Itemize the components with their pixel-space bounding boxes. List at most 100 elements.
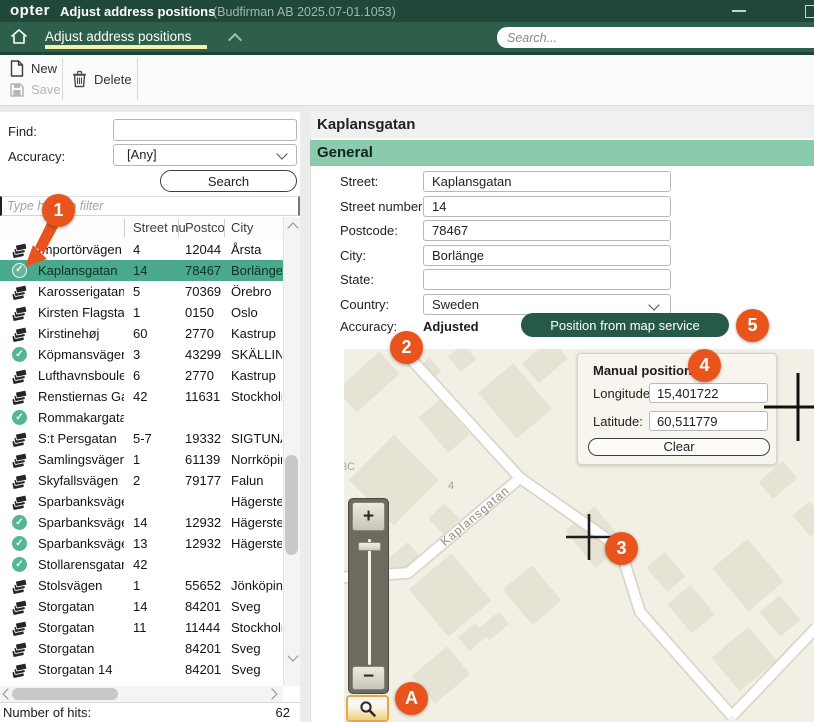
zoom-in-button[interactable]: + [352, 502, 385, 531]
table-row[interactable]: ✓ Stolsvägen 1 55652 Jönköping [0, 575, 283, 596]
save-button[interactable]: Save [10, 82, 61, 97]
zoom-slider-handle[interactable] [358, 542, 381, 551]
cell-street: Rommakargatan [38, 407, 124, 428]
cell-street: Lufthavnsboulev [38, 365, 124, 386]
column-header-city[interactable]: City [231, 220, 253, 235]
check-circle-icon: ✓ [12, 557, 27, 572]
clear-button[interactable]: Clear [588, 438, 770, 456]
table-row[interactable]: ✓ S:t Persgatan 5-7 19332 SIGTUNA [0, 428, 283, 449]
table-row[interactable]: ✓ Sparbanksvägen 13 12932 Hägersten [0, 533, 283, 554]
table-row[interactable]: ✓ Karosserigatan 5 70369 Örebro [0, 281, 283, 302]
table-row[interactable]: ✓ Samlingsvägen 1 61139 Norrköping [0, 449, 283, 470]
panel-splitter[interactable] [300, 112, 310, 722]
cell-city: Årsta [231, 239, 282, 260]
cell-street-number: 4 [133, 239, 175, 260]
maximize-icon[interactable] [805, 5, 814, 18]
table-row[interactable]: ✓ Köpmansvägen 3 43299 SKÄLLINGE [0, 344, 283, 365]
table-row[interactable]: ✓ Kaplansgatan 14 78467 Borlänge [0, 260, 283, 281]
number-of-hits-value: 62 [240, 705, 290, 720]
table-row[interactable]: ✓ Sparbanksvägen 14 12932 Hägersten [0, 512, 283, 533]
cell-street-number: 1 [133, 449, 175, 470]
field-input[interactable] [423, 220, 671, 241]
accuracy-filter-select[interactable]: [Any] [113, 144, 297, 166]
cell-postcode: 11444 [185, 617, 222, 638]
table-row[interactable]: ✓ Kirstinehøj 60 2770 Kastrup [0, 323, 283, 344]
number-of-hits-label: Number of hits: [3, 705, 91, 720]
position-from-map-service-button[interactable]: Position from map service [521, 313, 729, 337]
table-row[interactable]: ✓ Storgatan 11 11444 Stockholm [0, 617, 283, 638]
address-stack-icon [11, 473, 27, 489]
cell-street-number: 13 [133, 533, 175, 554]
horizontal-scrollbar-thumb[interactable] [12, 688, 118, 700]
search-button[interactable]: Search [160, 170, 297, 192]
vertical-scrollbar-thumb[interactable] [285, 455, 298, 555]
trash-icon [72, 70, 87, 88]
magnifier-button[interactable] [346, 695, 389, 722]
opter-logo: opter [10, 2, 50, 19]
table-row[interactable]: ✓ Stollarensgatan 42 [0, 554, 283, 575]
delete-button[interactable]: Delete [72, 70, 132, 88]
table-row[interactable]: ✓ Rommakargatan [0, 407, 283, 428]
cell-street: Samlingsvägen [38, 449, 124, 470]
table-row[interactable]: ✓ Storgatan 14 84201 Sveg [0, 659, 283, 680]
table-header: Street nu Postco City [0, 217, 283, 240]
global-search-input[interactable] [497, 27, 814, 48]
field-input[interactable] [423, 245, 671, 266]
table-row[interactable]: ✓ Storgatan 84201 Sveg [0, 638, 283, 659]
map-canvas[interactable]: Kaplansgatan 4 3C + − Manual position Lo… [344, 349, 814, 722]
cell-postcode: 70369 [185, 281, 222, 302]
cell-postcode: 2770 [185, 365, 222, 386]
cell-street-number: 1 [133, 575, 175, 596]
table-row[interactable]: ✓ Storgatan 14 84201 Sveg [0, 596, 283, 617]
longitude-input[interactable] [649, 383, 768, 403]
address-stack-icon [11, 242, 27, 258]
column-header-postcode[interactable]: Postco [185, 220, 225, 235]
active-tab-underline [45, 45, 207, 49]
field-input[interactable] [423, 196, 671, 217]
latitude-input[interactable] [649, 411, 768, 431]
filter-input[interactable] [0, 196, 300, 216]
window-title: Adjust address positions [60, 4, 215, 19]
home-icon[interactable] [9, 27, 29, 46]
cell-street-number: 6 [133, 365, 175, 386]
toolbar-divider [62, 58, 63, 100]
cell-street-number: 60 [133, 323, 175, 344]
field-input[interactable] [423, 171, 671, 192]
zoom-out-button[interactable]: − [352, 666, 385, 690]
chevron-up-icon[interactable] [228, 33, 242, 47]
table-row[interactable]: ✓ Lufthavnsboulev 6 2770 Kastrup [0, 365, 283, 386]
address-stack-icon [11, 599, 27, 615]
window-subtitle: (Budfirman AB 2025.07-01.1053) [213, 5, 396, 19]
tab-adjust-address-positions[interactable]: Adjust address positions [45, 29, 191, 44]
tab-bar: Adjust address positions [0, 22, 814, 55]
field-input[interactable] [423, 294, 671, 315]
address-stack-icon [11, 578, 27, 594]
table-row[interactable]: ✓ Sparbanksvägen Hägersten [0, 491, 283, 512]
table-row[interactable]: ✓ Renstiernas Gata 42 11631 Stockholm [0, 386, 283, 407]
cell-street-number: 3 [133, 344, 175, 365]
address-stack-icon [11, 494, 27, 510]
cell-city: Hägersten [231, 512, 282, 533]
cell-postcode: 11631 [185, 386, 222, 407]
address-stack-icon [11, 662, 27, 678]
cell-postcode: 12932 [185, 512, 222, 533]
cell-street: Kirsten Flagstad [38, 302, 124, 323]
scroll-up-icon[interactable] [287, 222, 298, 233]
field-label: State: [340, 272, 374, 287]
table-row[interactable]: ✓ Importörvägen 4 12044 Årsta [0, 239, 283, 260]
check-circle-icon: ✓ [12, 347, 27, 362]
cell-postcode: 78467 [185, 260, 222, 281]
field-label: Street: [340, 174, 378, 189]
scroll-down-icon[interactable] [287, 650, 298, 661]
cell-street: Stollarensgatan [38, 554, 124, 575]
zoom-slider-track[interactable] [368, 539, 371, 665]
new-button[interactable]: New [10, 60, 57, 77]
find-input[interactable] [113, 119, 297, 141]
table-row[interactable]: ✓ Kirsten Flagstad 1 0150 Oslo [0, 302, 283, 323]
vertical-scrollbar[interactable] [283, 217, 300, 686]
minimize-icon[interactable] [732, 10, 746, 12]
cell-postcode: 79177 [185, 470, 222, 491]
table-row[interactable]: ✓ Skyfallsvägen 2 79177 Falun [0, 470, 283, 491]
scroll-right-icon[interactable] [266, 688, 277, 699]
field-input[interactable] [423, 269, 671, 290]
